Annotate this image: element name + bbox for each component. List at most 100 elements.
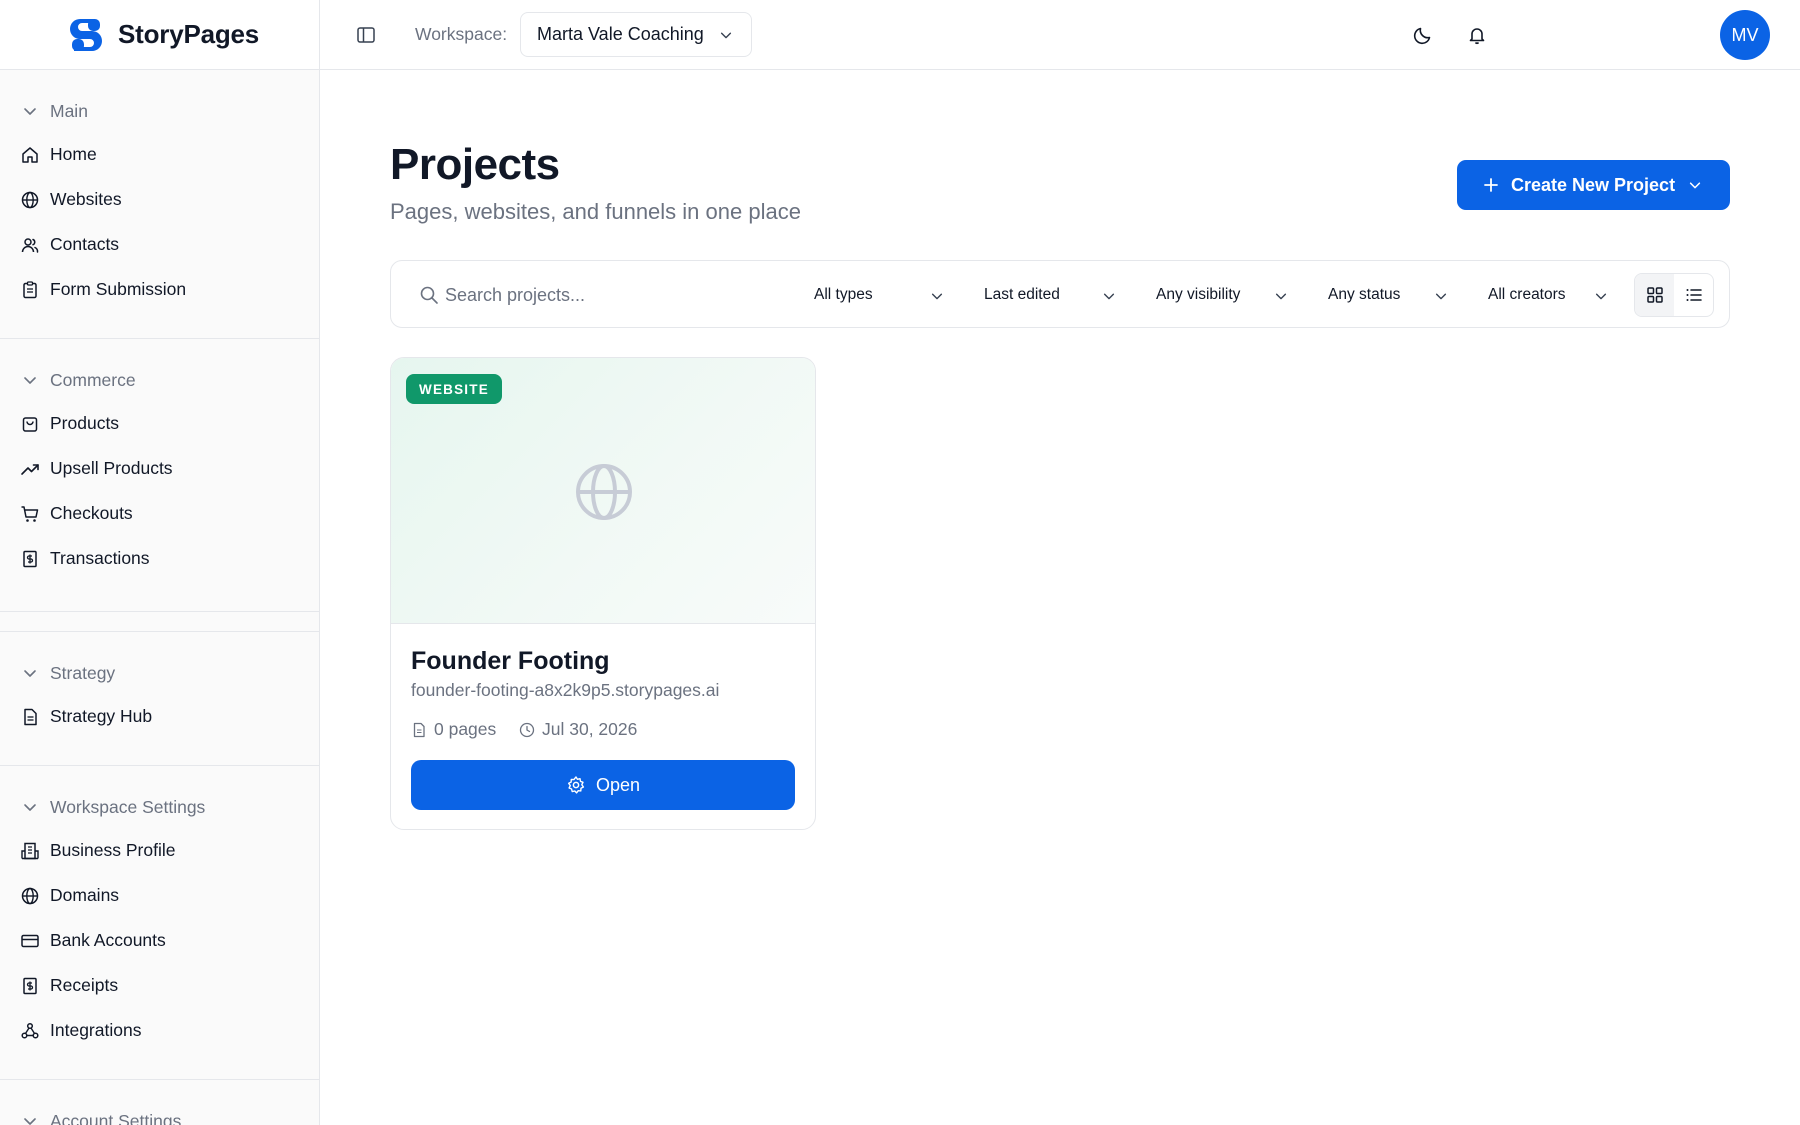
project-name: Founder Footing (411, 647, 610, 675)
globe-icon (21, 887, 39, 904)
project-url: founder-footing-a8x2k9p5.storypages.ai (411, 680, 720, 700)
clipboard-icon (23, 280, 37, 298)
trending-up-icon (21, 463, 39, 475)
sidebar-item-label: Strategy Hub (50, 706, 153, 726)
project-date: Jul 30, 2026 (519, 719, 637, 740)
document-icon (24, 708, 37, 725)
sidebar-item-business-profile[interactable]: Business Profile (0, 828, 319, 873)
sidebar-item-label: Domains (50, 885, 120, 905)
workspace-select[interactable]: Marta Vale Coaching (520, 12, 752, 57)
project-thumbnail[interactable]: WEBSITE (391, 358, 815, 624)
grid-view-button[interactable] (1635, 274, 1674, 316)
section-title: Workspace Settings (50, 796, 206, 817)
page-title: Projects (390, 140, 560, 189)
gear-icon (567, 776, 585, 794)
section-title: Strategy (50, 662, 116, 683)
type-filter-value: All types (814, 286, 873, 303)
moon-icon[interactable] (1412, 24, 1434, 46)
chevron-down-icon (1689, 182, 1701, 189)
globe-icon (576, 464, 632, 520)
nav-section-account-settings: Account Settings (0, 1080, 319, 1125)
section-toggle-strategy[interactable]: Strategy (0, 658, 319, 688)
document-icon (413, 722, 425, 737)
sidebar-item-label: Products (50, 413, 120, 433)
bell-icon[interactable] (1466, 24, 1488, 46)
status-filter-value: Any status (1328, 286, 1401, 303)
list-view-button[interactable] (1674, 274, 1713, 316)
page-subtitle: Pages, websites, and funnels in one plac… (390, 199, 801, 224)
chevron-down-icon (1435, 293, 1447, 300)
visibility-filter-value: Any visibility (1156, 286, 1241, 303)
chevron-down-icon (24, 377, 36, 384)
project-page-count: 0 pages (411, 719, 496, 740)
section-toggle-account-settings[interactable]: Account Settings (0, 1106, 319, 1125)
project-type-badge: WEBSITE (406, 374, 502, 404)
sidebar-item-bank-accounts[interactable]: Bank Accounts (0, 918, 319, 963)
sidebar-item-label: Transactions (50, 548, 150, 568)
globe-icon (21, 191, 39, 208)
sidebar-item-contacts[interactable]: Contacts (0, 222, 319, 267)
sidebar-item-label: Websites (50, 189, 122, 209)
search-icon (420, 286, 438, 304)
building-icon (21, 842, 39, 859)
create-new-project-label: Create New Project (1511, 174, 1676, 195)
nav-section-strategy: Strategy Strategy Hub (0, 632, 319, 766)
sidebar-item-checkouts[interactable]: Checkouts (0, 491, 319, 536)
sidebar-item-products[interactable]: Products (0, 401, 319, 446)
sidebar-item-label: Integrations (50, 1020, 142, 1040)
sidebar-item-integrations[interactable]: Integrations (0, 1008, 319, 1053)
create-new-project-button[interactable]: Create New Project (1457, 160, 1730, 210)
section-title: Commerce (50, 369, 136, 390)
sidebar-item-label: Contacts (50, 234, 120, 254)
home-icon (22, 146, 38, 163)
search-input[interactable] (445, 277, 785, 313)
status-filter[interactable]: Any status (1328, 279, 1448, 311)
clock-icon (519, 722, 535, 737)
filter-bar: All types Last edited Any visibility Any… (390, 260, 1730, 328)
chevron-down-icon (24, 108, 36, 115)
sidebar-toggle-icon[interactable] (356, 25, 376, 45)
sort-filter[interactable]: Last edited (984, 279, 1116, 311)
nav-section-commerce: Commerce Products Upsell Products Checko… (0, 339, 319, 612)
dollar-receipt-icon (23, 977, 37, 994)
sidebar: StoryPages Main Home Websites Contacts F… (0, 0, 320, 1125)
sidebar-item-label: Bank Accounts (50, 930, 166, 950)
avatar[interactable]: MV (1720, 10, 1770, 60)
topbar: Workspace: Marta Vale Coaching MV (320, 0, 1800, 70)
sort-filter-value: Last edited (984, 286, 1060, 303)
sidebar-item-domains[interactable]: Domains (0, 873, 319, 918)
project-card[interactable]: WEBSITE Founder Footing founder-footing-… (390, 357, 816, 830)
sidebar-item-form-submission[interactable]: Form Submission (0, 267, 319, 312)
type-filter[interactable]: All types (814, 279, 944, 311)
plus-icon (1484, 178, 1498, 192)
creator-filter[interactable]: All creators (1488, 279, 1608, 311)
sidebar-item-receipts[interactable]: Receipts (0, 963, 319, 1008)
sidebar-item-transactions[interactable]: Transactions (0, 536, 319, 581)
section-toggle-workspace-settings[interactable]: Workspace Settings (0, 792, 319, 822)
brand-name: StoryPages (118, 19, 260, 49)
chevron-down-icon (1103, 293, 1115, 300)
sidebar-item-websites[interactable]: Websites (0, 177, 319, 222)
chevron-down-icon (1595, 293, 1607, 300)
list-icon (1686, 289, 1702, 301)
sidebar-item-strategy-hub[interactable]: Strategy Hub (0, 694, 319, 739)
visibility-filter[interactable]: Any visibility (1156, 279, 1288, 311)
creator-filter-value: All creators (1488, 286, 1566, 303)
nav-section-main: Main Home Websites Contacts Form Submiss… (0, 70, 319, 339)
open-project-label: Open (595, 774, 641, 795)
sidebar-item-upsell-products[interactable]: Upsell Products (0, 446, 319, 491)
workspace-label: Workspace: (415, 24, 508, 44)
sidebar-item-label: Form Submission (50, 279, 187, 299)
section-toggle-commerce[interactable]: Commerce (0, 365, 319, 395)
section-toggle-main[interactable]: Main (0, 96, 319, 126)
sidebar-item-home[interactable]: Home (0, 132, 319, 177)
sidebar-item-label: Home (50, 144, 97, 164)
brand[interactable]: StoryPages (0, 0, 319, 70)
chevron-down-icon (24, 804, 36, 811)
webhook-icon (21, 1022, 39, 1039)
nav-section-workspace-settings: Workspace Settings Business Profile Doma… (0, 766, 319, 1080)
dollar-receipt-icon (23, 550, 37, 567)
chevron-down-icon (24, 1118, 36, 1125)
workspace-value: Marta Vale Coaching (537, 24, 704, 44)
open-project-button[interactable]: Open (411, 760, 795, 810)
